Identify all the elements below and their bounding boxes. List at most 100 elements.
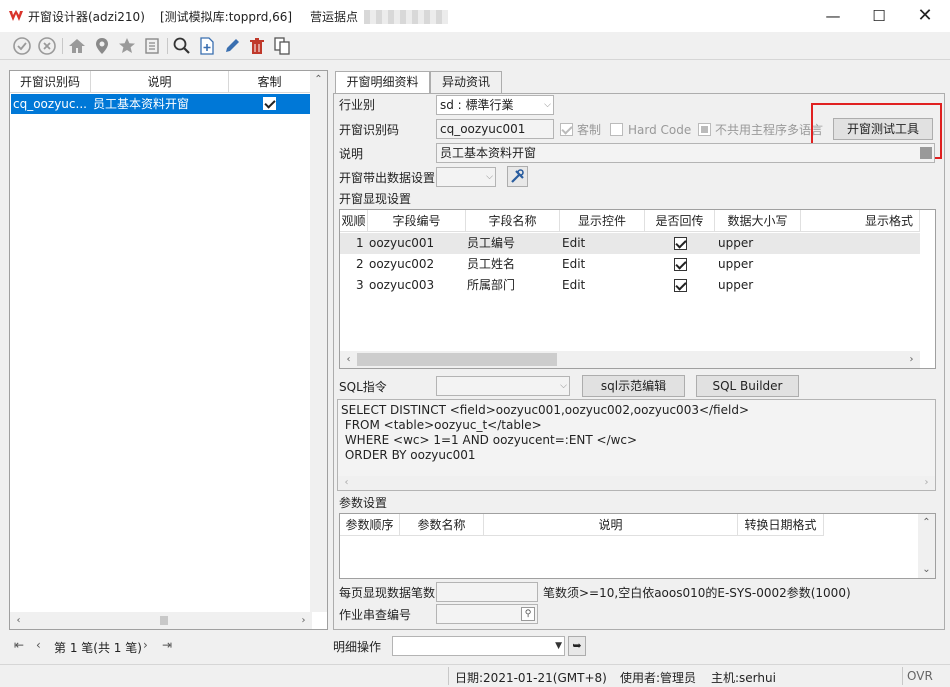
header-param-seq[interactable]: 参数顺序: [340, 514, 400, 536]
sql-sample-edit-button[interactable]: sql示范编辑: [582, 375, 685, 397]
header-custom[interactable]: 客制: [229, 71, 311, 93]
header-case[interactable]: 数据大小写: [715, 210, 801, 232]
cell-control: Edit: [562, 278, 586, 292]
tab-change-log[interactable]: 异动资讯: [430, 71, 502, 93]
industry-label: 行业别: [339, 98, 376, 112]
cell-name: 员工编号: [467, 236, 516, 250]
list-icon[interactable]: [142, 36, 162, 56]
chevron-down-icon: ⌵: [544, 100, 551, 110]
header-format[interactable]: 显示格式: [801, 210, 920, 232]
lookup-icon[interactable]: ⚲: [521, 607, 535, 621]
sql-select[interactable]: ⌵: [436, 376, 570, 396]
database-label: [测试模拟库:topprd,66]: [160, 10, 293, 24]
header-control[interactable]: 显示控件: [560, 210, 645, 232]
scroll-right-icon[interactable]: ›: [918, 474, 935, 491]
tools-button[interactable]: [507, 166, 528, 187]
check-icon[interactable]: [12, 36, 32, 56]
minimize-button[interactable]: —: [810, 0, 856, 32]
star-icon[interactable]: [117, 36, 137, 56]
tab-detail[interactable]: 开窗明细资料: [335, 71, 430, 94]
cell-return-checkbox[interactable]: [674, 237, 687, 250]
scroll-right-icon[interactable]: ›: [295, 612, 312, 629]
close-button[interactable]: ✕: [902, 0, 948, 32]
header-return[interactable]: 是否回传: [645, 210, 715, 232]
pager-text: 第 1 笔(共 1 笔): [54, 641, 142, 655]
run-button[interactable]: ➥: [568, 636, 586, 656]
header-desc[interactable]: 说明: [91, 71, 229, 93]
add-icon[interactable]: [197, 36, 217, 56]
next-page-icon[interactable]: ›: [143, 638, 148, 652]
copy-icon[interactable]: [272, 36, 292, 56]
list-item-custom-checkbox: [263, 97, 276, 110]
scroll-up-icon[interactable]: ⌃: [918, 514, 935, 531]
vertical-scrollbar[interactable]: ⌃: [310, 71, 327, 612]
toolbar-separator: [167, 38, 168, 54]
job-field[interactable]: ⚲: [436, 604, 538, 624]
header-param-desc[interactable]: 说明: [484, 514, 738, 536]
hardcode-checkbox[interactable]: [610, 123, 623, 136]
table-row[interactable]: 3 oozyuc003 所属部门 Edit upper: [340, 275, 920, 296]
header-param-name[interactable]: 参数名称: [400, 514, 484, 536]
cell-case: upper: [718, 257, 754, 271]
home-icon[interactable]: [67, 36, 87, 56]
sql-line: FROM <table>oozyuc_t</table>: [341, 418, 542, 432]
sql-line: ORDER BY oozyuc001: [341, 448, 476, 462]
prev-page-icon[interactable]: ‹: [36, 638, 41, 652]
industry-select[interactable]: sd : 標準行業 ⌵: [436, 95, 554, 115]
table-row[interactable]: 1 oozyuc001 员工编号 Edit upper: [340, 233, 920, 254]
last-page-icon[interactable]: ⇥: [162, 638, 172, 652]
header-field-name[interactable]: 字段名称: [466, 210, 560, 232]
sql-builder-button[interactable]: SQL Builder: [696, 375, 799, 397]
table-row[interactable]: 2 oozyuc002 员工姓名 Edit upper: [340, 254, 920, 275]
scroll-left-icon[interactable]: ‹: [10, 612, 27, 629]
location-pin-icon[interactable]: [92, 36, 112, 56]
header-seq[interactable]: 观顺: [340, 210, 368, 232]
custom-checkbox[interactable]: [560, 123, 573, 136]
scroll-left-icon[interactable]: ‹: [340, 351, 357, 368]
browse-list: 开窗识别码 说明 客制 cq_oozyuc... 员工基本资料开窗 ⌃ ‹ ›: [9, 70, 328, 630]
first-page-icon[interactable]: ⇤: [14, 638, 24, 652]
params-grid: 参数顺序 参数名称 说明 转换日期格式 ⌃ ⌄: [339, 513, 936, 579]
sql-label: SQL指令: [339, 380, 387, 394]
chevron-down-icon: ⌵: [560, 381, 567, 391]
site-label: 营运据点: [310, 10, 359, 24]
horizontal-scrollbar[interactable]: ‹ ›: [340, 351, 920, 368]
no-multilang-checkbox[interactable]: [698, 123, 711, 136]
industry-value: sd : 標準行業: [440, 98, 514, 112]
edit-icon[interactable]: [222, 36, 242, 56]
no-multilang-label: 不共用主程序多语言: [715, 123, 824, 137]
list-item[interactable]: cq_oozyuc... 员工基本资料开窗: [11, 94, 312, 114]
expand-icon[interactable]: [920, 147, 932, 159]
header-field-id[interactable]: 字段编号: [368, 210, 466, 232]
vertical-scrollbar[interactable]: ⌃ ⌄: [918, 514, 935, 578]
horizontal-scrollbar[interactable]: ‹ ›: [338, 476, 935, 490]
maximize-button[interactable]: ☐: [856, 0, 902, 32]
chevron-down-icon: ▼: [555, 641, 562, 651]
delete-icon[interactable]: [247, 36, 267, 56]
sql-editor[interactable]: SELECT DISTINCT <field>oozyuc001,oozyuc0…: [337, 399, 936, 491]
horizontal-scrollbar[interactable]: ‹ ›: [10, 612, 312, 629]
header-date-format[interactable]: 转换日期格式: [738, 514, 824, 536]
desc-field[interactable]: 员工基本资料开窗: [436, 143, 935, 163]
detail-op-select[interactable]: ▼: [392, 636, 565, 656]
scroll-left-icon[interactable]: ‹: [338, 474, 355, 491]
status-separator: [448, 667, 449, 685]
search-icon[interactable]: [172, 36, 192, 56]
cell-field: oozyuc003: [369, 278, 435, 292]
scroll-thumb[interactable]: [357, 353, 557, 366]
output-setting-select[interactable]: ⌵: [436, 167, 496, 187]
window-title: 开窗设计器(adzi210): [28, 10, 145, 24]
scroll-down-icon[interactable]: ⌄: [918, 561, 935, 578]
cell-control: Edit: [562, 257, 586, 271]
status-mode: OVR: [907, 669, 933, 683]
scroll-right-icon[interactable]: ›: [903, 351, 920, 368]
scroll-thumb[interactable]: [160, 616, 168, 625]
code-field[interactable]: cq_oozyuc001: [436, 119, 554, 139]
cancel-icon[interactable]: [37, 36, 57, 56]
cell-return-checkbox[interactable]: [674, 258, 687, 271]
header-code[interactable]: 开窗识别码: [10, 71, 91, 93]
cell-return-checkbox[interactable]: [674, 279, 687, 292]
scroll-up-icon[interactable]: ⌃: [310, 71, 327, 88]
per-page-field[interactable]: [436, 582, 538, 602]
cell-field: oozyuc001: [369, 236, 435, 250]
